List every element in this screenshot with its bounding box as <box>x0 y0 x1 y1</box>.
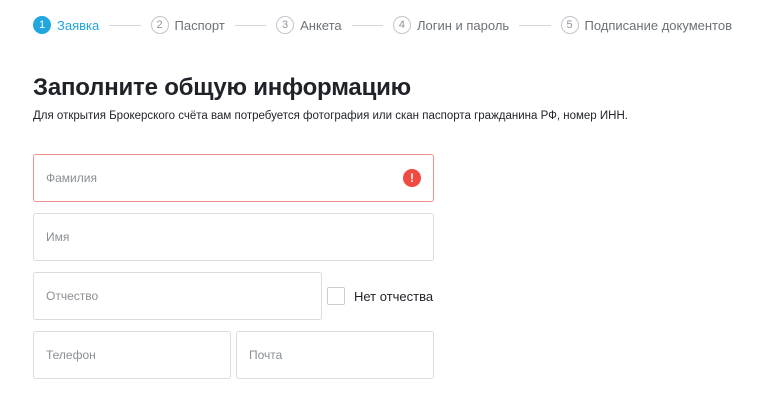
step-label: Заявка <box>57 17 100 33</box>
step-questionnaire[interactable]: 3 Анкета <box>276 16 342 34</box>
step-label: Подписание документов <box>584 17 732 33</box>
step-number: 4 <box>392 16 411 34</box>
step-passport[interactable]: 2 Паспорт <box>150 16 225 34</box>
step-application[interactable]: 1 Заявка <box>33 16 99 34</box>
step-number: 2 <box>150 16 169 34</box>
step-connector <box>109 24 141 26</box>
progress-stepper: 1 Заявка 2 Паспорт 3 Анкета 4 Логин и па… <box>33 15 732 35</box>
no-middle-name-label: Нет отчества <box>354 288 434 304</box>
no-middle-name-toggle[interactable]: Нет отчества <box>327 287 433 305</box>
step-label: Паспорт <box>174 17 225 33</box>
email-field <box>236 331 434 379</box>
last-name-input[interactable] <box>34 155 433 201</box>
last-name-field: ! <box>33 154 434 202</box>
step-connector <box>519 24 551 26</box>
step-label: Анкета <box>300 17 342 33</box>
page-title: Заполните общую информацию <box>33 74 411 101</box>
step-connector <box>234 24 267 26</box>
middle-name-input[interactable] <box>34 273 321 319</box>
phone-field <box>33 331 231 379</box>
step-number: 3 <box>276 16 295 34</box>
step-connector <box>351 24 383 26</box>
step-sign-documents[interactable]: 5 Подписание документов <box>560 16 732 34</box>
no-middle-name-checkbox[interactable] <box>327 287 345 305</box>
phone-input[interactable] <box>34 332 230 378</box>
page-subtitle: Для открытия Брокерского счёта вам потре… <box>33 110 628 122</box>
step-login-password[interactable]: 4 Логин и пароль <box>392 16 510 34</box>
step-number: 1 <box>33 16 51 34</box>
step-number: 5 <box>560 16 579 34</box>
error-icon: ! <box>403 169 421 187</box>
broker-application-page: 1 Заявка 2 Паспорт 3 Анкета 4 Логин и па… <box>0 0 770 395</box>
middle-name-field <box>33 272 322 320</box>
first-name-input[interactable] <box>34 214 433 260</box>
step-label: Логин и пароль <box>416 17 510 33</box>
first-name-field <box>33 213 434 261</box>
email-input[interactable] <box>237 332 433 378</box>
